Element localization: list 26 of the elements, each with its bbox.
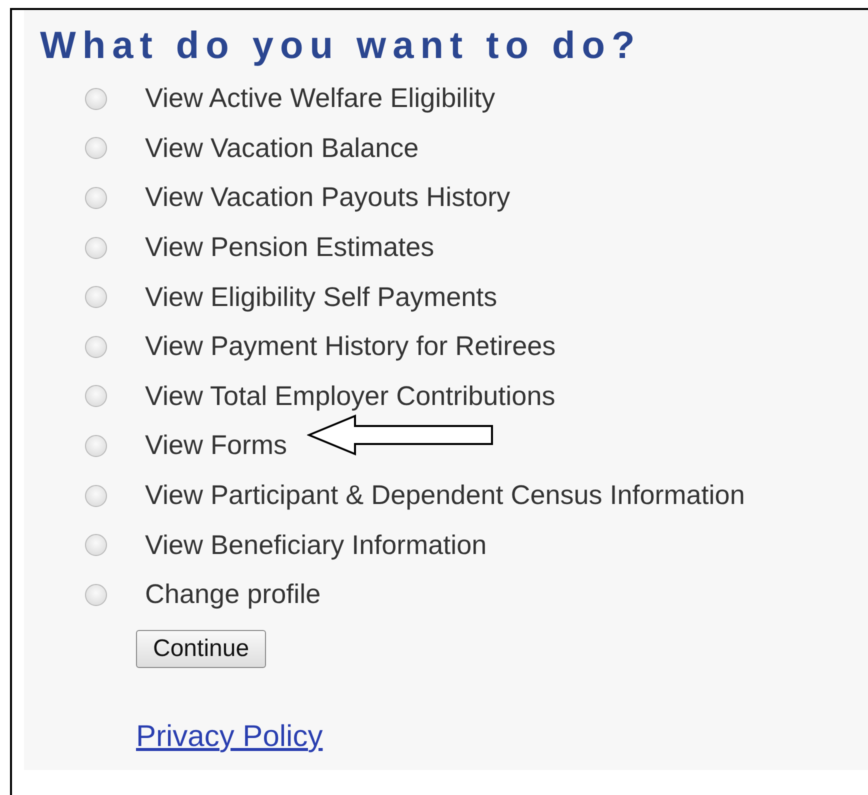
radio-button[interactable]	[85, 236, 107, 259]
option-label[interactable]: View Participant & Dependent Census Information	[145, 480, 745, 512]
option-label[interactable]: View Beneficiary Information	[145, 530, 487, 561]
page-heading: What do you want to do?	[40, 24, 642, 68]
radio-button[interactable]	[85, 137, 107, 160]
option-label[interactable]: View Eligibility Self Payments	[145, 282, 498, 313]
option-label[interactable]: View Active Welfare Eligibility	[145, 83, 496, 114]
option-label[interactable]: View Forms	[145, 430, 288, 462]
option-label[interactable]: View Pension Estimates	[145, 232, 434, 264]
radio-button[interactable]	[85, 286, 107, 308]
option-label[interactable]: Change profile	[145, 579, 321, 610]
radio-button[interactable]	[85, 434, 107, 457]
radio-button[interactable]	[85, 186, 107, 209]
continue-button[interactable]: Continue	[136, 630, 266, 668]
privacy-policy-link[interactable]: Privacy Policy	[136, 720, 323, 754]
radio-button[interactable]	[85, 385, 107, 408]
option-label[interactable]: View Payment History for Retirees	[145, 331, 556, 362]
option-label[interactable]: View Vacation Balance	[145, 132, 419, 164]
option-label[interactable]: View Vacation Payouts History	[145, 182, 510, 214]
radio-button[interactable]	[85, 584, 107, 606]
radio-button[interactable]	[85, 336, 107, 358]
radio-button[interactable]	[85, 88, 107, 110]
option-label[interactable]: View Total Employer Contributions	[145, 380, 556, 412]
radio-button[interactable]	[85, 534, 107, 556]
arrow-icon	[307, 414, 493, 456]
radio-button[interactable]	[85, 484, 107, 507]
